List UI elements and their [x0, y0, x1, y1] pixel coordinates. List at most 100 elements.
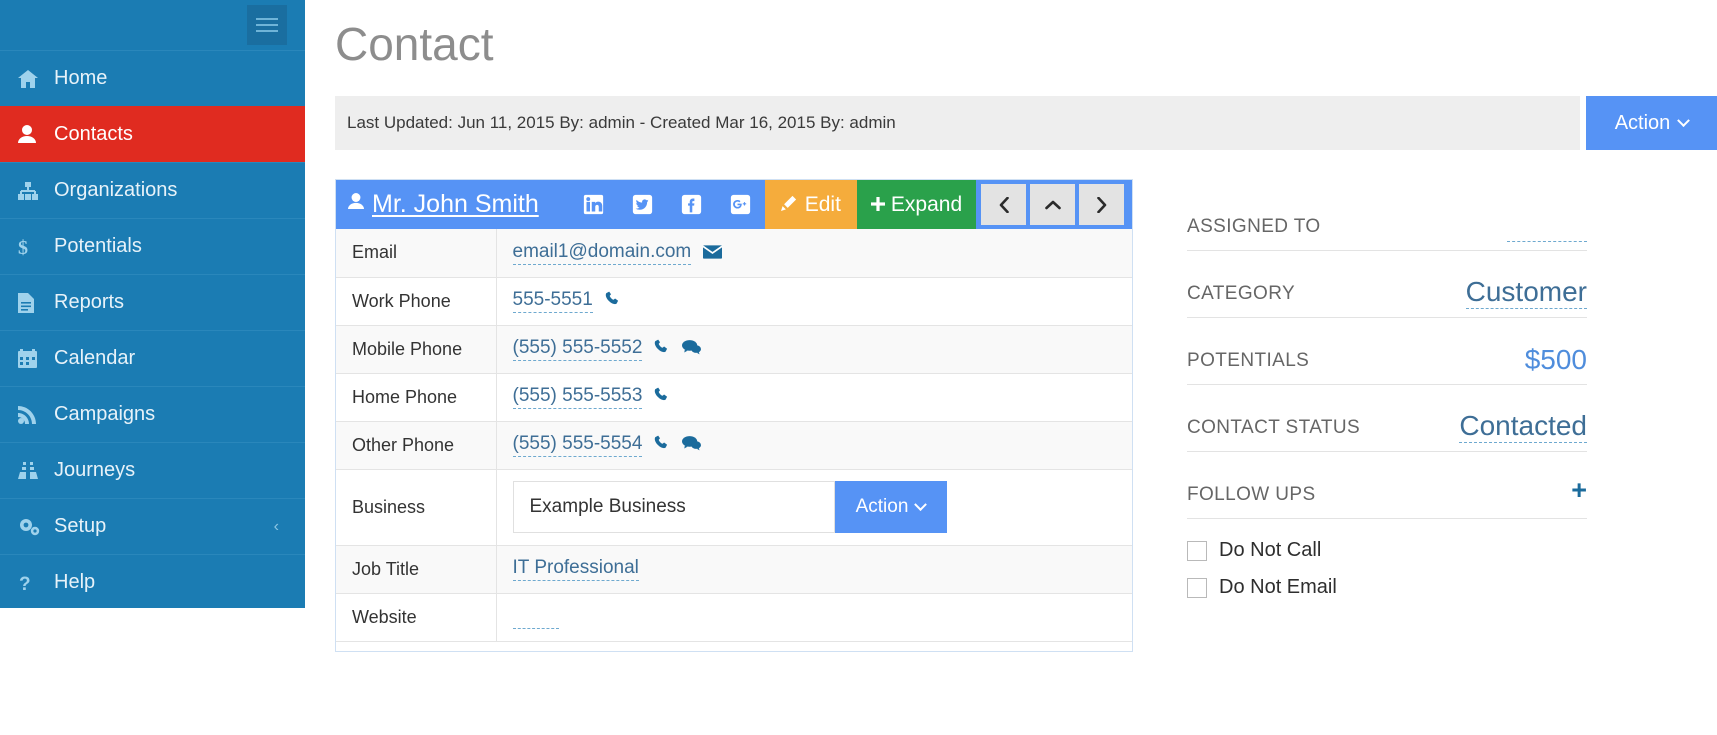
add-follow-up-icon[interactable]: +: [1571, 477, 1587, 510]
phone-icon[interactable]: [654, 386, 670, 405]
field-value-cell: (555) 555-5552: [496, 325, 1132, 373]
sidebar-item-label: Setup: [54, 515, 106, 538]
document-icon: [18, 293, 50, 313]
field-value-cell: 555-5551: [496, 277, 1132, 325]
sidebar-item-organizations[interactable]: Organizations: [0, 162, 305, 218]
chevron-down-icon: [1677, 114, 1690, 127]
field-label: Work Phone: [336, 277, 496, 325]
hamburger-bar: [256, 24, 278, 26]
home-phone-value[interactable]: (555) 555-5553: [513, 385, 643, 409]
do-not-call-checkbox[interactable]: [1187, 541, 1207, 561]
contact-status-value[interactable]: Contacted: [1459, 410, 1587, 443]
do-not-email-checkbox[interactable]: [1187, 578, 1207, 598]
sidebar-item-label: Organizations: [54, 179, 177, 202]
svg-text:?: ?: [19, 574, 31, 593]
sms-icon[interactable]: [682, 434, 701, 453]
app-root: Home Contacts Organizations $ Potentials: [0, 0, 1717, 735]
summary-label: POTENTIALS: [1187, 350, 1309, 376]
table-row: Website: [336, 593, 1132, 641]
home-icon: [18, 70, 50, 88]
contact-fields-table: Email email1@domain.com Work Phone: [336, 229, 1132, 642]
summary-label: CATEGORY: [1187, 283, 1295, 309]
prev-record-button[interactable]: [981, 184, 1026, 225]
up-record-button[interactable]: [1030, 184, 1075, 225]
job-title-value[interactable]: IT Professional: [513, 557, 639, 581]
sidebar-item-campaigns[interactable]: Campaigns: [0, 386, 305, 442]
website-value[interactable]: [513, 605, 559, 629]
facebook-icon[interactable]: [667, 180, 716, 229]
svg-text:$: $: [18, 237, 28, 257]
sidebar-item-label: Potentials: [54, 235, 142, 258]
contact-card: Mr. John Smith: [335, 179, 1133, 652]
sitemap-icon: [18, 182, 50, 200]
business-action-label: Action: [856, 496, 909, 518]
rss-icon: [18, 406, 50, 424]
assigned-to-value[interactable]: [1507, 209, 1587, 242]
field-value-cell: (555) 555-5554: [496, 421, 1132, 469]
field-label: Website: [336, 593, 496, 641]
sidebar-item-setup[interactable]: Setup ‹: [0, 498, 305, 554]
contact-card-header: Mr. John Smith: [336, 180, 1132, 229]
sidebar-item-label: Campaigns: [54, 403, 155, 426]
sidebar-item-potentials[interactable]: $ Potentials: [0, 218, 305, 274]
table-row: Job Title IT Professional: [336, 545, 1132, 593]
contact-summary-panel: ASSIGNED TO CATEGORY Customer POTENTIALS…: [1187, 179, 1587, 652]
user-icon: [348, 193, 364, 216]
work-phone-value[interactable]: 555-5551: [513, 289, 593, 313]
hamburger-icon[interactable]: [247, 5, 287, 45]
sidebar: Home Contacts Organizations $ Potentials: [0, 0, 305, 608]
sidebar-item-home[interactable]: Home: [0, 50, 305, 106]
hamburger-bar: [256, 30, 278, 32]
field-label: Email: [336, 229, 496, 277]
edit-button[interactable]: Edit: [765, 180, 857, 229]
potentials-value[interactable]: $500: [1525, 344, 1587, 376]
phone-icon[interactable]: [605, 290, 621, 309]
summary-label: CONTACT STATUS: [1187, 417, 1360, 443]
pencil-icon: [781, 193, 797, 217]
other-phone-value[interactable]: (555) 555-5554: [513, 433, 643, 457]
googleplus-icon[interactable]: [716, 180, 765, 229]
sidebar-item-contacts[interactable]: Contacts: [0, 106, 305, 162]
expand-button[interactable]: Expand: [857, 180, 976, 229]
chevron-left-icon[interactable]: ‹: [274, 518, 279, 536]
twitter-icon[interactable]: [618, 180, 667, 229]
sidebar-item-help[interactable]: ? Help: [0, 554, 305, 608]
sidebar-item-calendar[interactable]: Calendar: [0, 330, 305, 386]
sidebar-item-journeys[interactable]: Journeys: [0, 442, 305, 498]
field-value-cell: Action: [496, 469, 1132, 545]
phone-icon[interactable]: [654, 434, 675, 453]
field-value-cell: [496, 593, 1132, 641]
sms-icon[interactable]: [682, 338, 701, 357]
field-label: Other Phone: [336, 421, 496, 469]
sidebar-item-label: Reports: [54, 291, 124, 314]
envelope-icon[interactable]: [703, 242, 722, 261]
sidebar-item-reports[interactable]: Reports: [0, 274, 305, 330]
next-record-button[interactable]: [1079, 184, 1124, 225]
page-title: Contact: [335, 0, 1717, 74]
field-value-cell: (555) 555-5553: [496, 373, 1132, 421]
category-value[interactable]: Customer: [1466, 276, 1587, 309]
table-row: Mobile Phone (555) 555-5552: [336, 325, 1132, 373]
action-button-top[interactable]: Action: [1586, 96, 1717, 150]
user-icon: [18, 125, 50, 144]
mobile-phone-value[interactable]: (555) 555-5552: [513, 337, 643, 361]
business-input[interactable]: [513, 481, 835, 533]
do-not-call-checkbox-row[interactable]: Do Not Call: [1187, 539, 1587, 562]
summary-row-potentials: POTENTIALS $500: [1187, 318, 1587, 385]
business-action-button[interactable]: Action: [835, 481, 947, 533]
email-value[interactable]: email1@domain.com: [513, 241, 692, 265]
sidebar-item-label: Calendar: [54, 347, 135, 370]
table-row: Work Phone 555-5551: [336, 277, 1132, 325]
field-label: Job Title: [336, 545, 496, 593]
sidebar-item-label: Journeys: [54, 459, 135, 482]
linkedin-icon[interactable]: [569, 180, 618, 229]
summary-row-contact-status: CONTACT STATUS Contacted: [1187, 385, 1587, 452]
business-field-group: Action: [513, 481, 947, 533]
last-updated-bar: Last Updated: Jun 11, 2015 By: admin - C…: [335, 96, 1580, 150]
do-not-email-checkbox-row[interactable]: Do Not Email: [1187, 576, 1587, 599]
phone-icon[interactable]: [654, 338, 675, 357]
contact-name[interactable]: Mr. John Smith: [372, 190, 539, 219]
plus-icon: [871, 193, 885, 217]
sidebar-item-label: Help: [54, 571, 95, 594]
table-row: Home Phone (555) 555-5553: [336, 373, 1132, 421]
